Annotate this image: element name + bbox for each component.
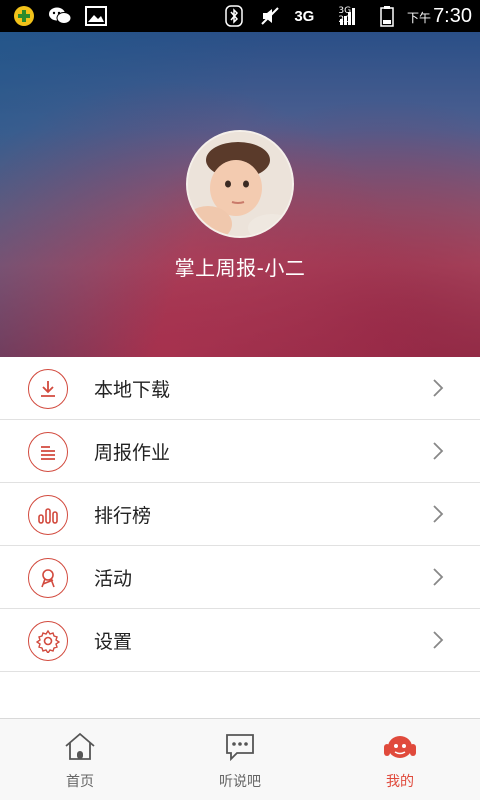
menu-item-label: 排行榜 xyxy=(94,504,152,527)
sim2-label: 3G 2G xyxy=(338,7,351,25)
battery-icon xyxy=(379,5,395,27)
clock: 下午 7:30 xyxy=(407,5,472,28)
home-icon xyxy=(62,731,98,763)
sim2-bottom-label: 2G xyxy=(338,15,352,25)
bluetooth-icon xyxy=(222,5,246,27)
bottom-tab-bar: 首页 听说吧 我的 xyxy=(0,718,480,800)
wechat-icon xyxy=(48,5,72,27)
gallery-icon xyxy=(84,5,108,27)
chevron-right-icon xyxy=(433,505,444,523)
profile-header: 掌上周报-小二 xyxy=(0,32,480,357)
avatar[interactable] xyxy=(186,130,294,238)
chevron-right-icon xyxy=(433,379,444,397)
time-label: 7:30 xyxy=(433,4,472,27)
network-type-label: 3G xyxy=(294,7,315,25)
menu-item-local-download[interactable]: 本地下载 xyxy=(0,357,480,420)
tab-listen-talk[interactable]: 听说吧 xyxy=(160,719,320,800)
chevron-right-icon xyxy=(433,568,444,586)
menu-item-label: 设置 xyxy=(94,630,133,653)
menu-item-ranking[interactable]: 排行榜 xyxy=(0,483,480,546)
baby-photo-icon xyxy=(188,132,292,236)
chevron-right-icon xyxy=(433,442,444,460)
tab-label: 听说吧 xyxy=(219,774,261,790)
settings-icon xyxy=(28,621,68,661)
download-icon xyxy=(28,369,68,409)
list-icon xyxy=(28,432,68,472)
username: 掌上周报-小二 xyxy=(174,256,306,280)
tab-label: 首页 xyxy=(66,774,94,790)
tab-mine[interactable]: 我的 xyxy=(320,719,480,800)
ranking-icon xyxy=(28,495,68,535)
tab-home[interactable]: 首页 xyxy=(0,719,160,800)
ampm-label: 下午 xyxy=(407,10,432,25)
menu-item-weekly-homework[interactable]: 周报作业 xyxy=(0,420,480,483)
menu-item-label: 周报作业 xyxy=(94,441,171,464)
status-bar-right: 3G 3G 2G 下午 7:30 xyxy=(222,5,472,28)
menu-item-label: 本地下载 xyxy=(94,378,171,401)
menu-item-activity[interactable]: 活动 xyxy=(0,546,480,609)
tab-label: 我的 xyxy=(386,774,414,790)
menu-list: 本地下载 周报作业 排行榜 活动 设置 xyxy=(0,357,480,672)
plus-app-icon xyxy=(12,5,36,27)
profile-icon xyxy=(382,731,418,763)
status-bar: 3G 3G 2G 下午 7:30 xyxy=(0,0,480,32)
mute-icon xyxy=(258,5,282,27)
status-bar-left xyxy=(12,5,108,27)
menu-item-settings[interactable]: 设置 xyxy=(0,609,480,672)
menu-item-label: 活动 xyxy=(94,567,133,590)
chevron-right-icon xyxy=(433,631,444,649)
chat-icon xyxy=(222,731,258,763)
activity-icon xyxy=(28,558,68,598)
